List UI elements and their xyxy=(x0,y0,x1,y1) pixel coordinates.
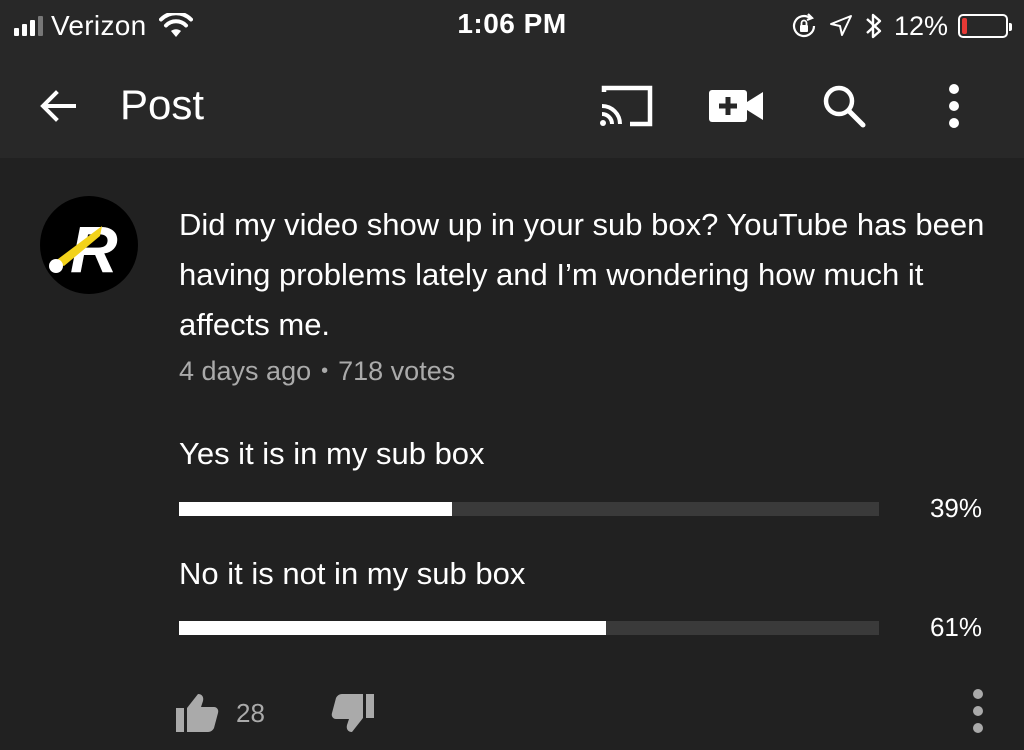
cast-icon xyxy=(600,85,653,127)
post-more-icon[interactable] xyxy=(960,686,996,736)
create-video-button[interactable] xyxy=(706,76,766,136)
search-button[interactable] xyxy=(814,76,874,136)
battery-level xyxy=(962,18,968,34)
meta-separator: • xyxy=(321,360,329,382)
cast-button[interactable] xyxy=(596,76,656,136)
poll-bar-track xyxy=(179,502,879,516)
poll-bar-fill xyxy=(179,621,606,635)
poll-option-label: No it is not in my sub box xyxy=(179,556,526,591)
poll-option-percent: 61% xyxy=(929,612,982,642)
post-meta: 4 days ago • 718 votes xyxy=(179,356,455,387)
post-actions: 28 xyxy=(0,680,1024,740)
battery-percent: 12% xyxy=(893,10,948,41)
channel-logo-icon: R xyxy=(49,212,118,286)
like-icon[interactable] xyxy=(176,692,220,732)
more-vert-icon xyxy=(949,84,959,128)
like-count: 28 xyxy=(236,698,265,728)
battery-icon xyxy=(958,14,1012,38)
more-options-button[interactable] xyxy=(924,76,984,136)
post-text: Did my video show up in your sub box? Yo… xyxy=(179,207,985,342)
poll-bar-track xyxy=(179,621,879,635)
create-video-icon xyxy=(709,90,763,122)
app-bar: Post xyxy=(0,52,1024,158)
page-title: Post xyxy=(120,81,205,128)
back-arrow-icon[interactable] xyxy=(34,82,82,130)
bluetooth-icon xyxy=(866,13,882,39)
rotation-lock-icon xyxy=(792,13,816,38)
status-right: 12% xyxy=(790,8,1012,44)
location-icon xyxy=(829,15,852,36)
poll-option-percent: 39% xyxy=(929,493,982,523)
dislike-icon[interactable] xyxy=(330,694,374,734)
channel-avatar[interactable]: R xyxy=(40,196,138,294)
vote-count: 718 votes xyxy=(338,356,456,386)
poll-bar-fill xyxy=(179,502,452,516)
post-age: 4 days ago xyxy=(179,356,312,386)
status-bar: Verizon 1:06 PM 12% xyxy=(0,0,1024,52)
poll-option-label: Yes it is in my sub box xyxy=(179,436,485,471)
search-icon xyxy=(823,85,866,128)
